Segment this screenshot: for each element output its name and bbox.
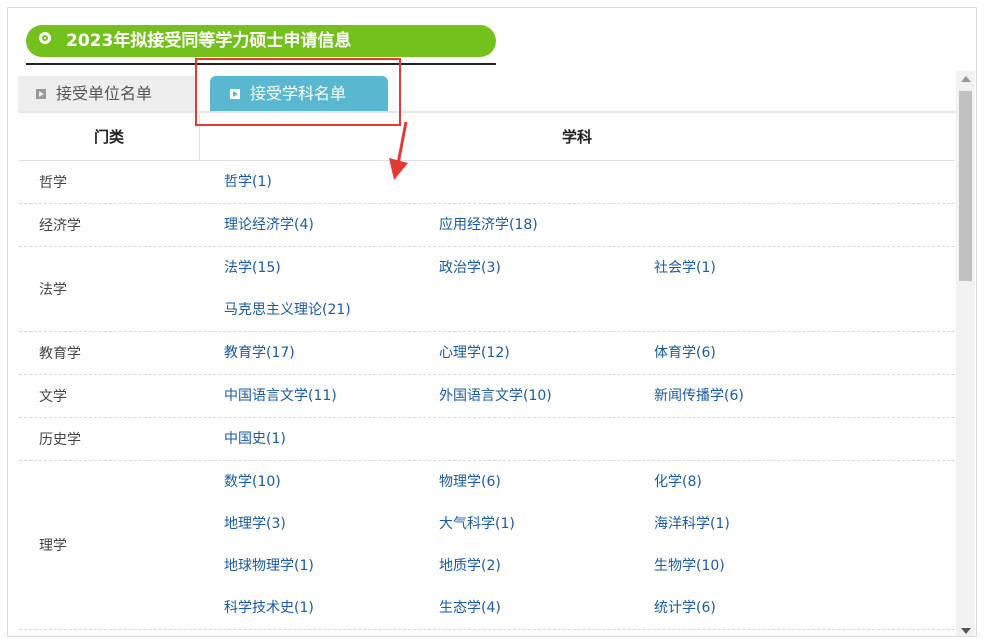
circle-bullet-icon — [39, 32, 51, 44]
subject-link[interactable]: 海洋科学(1) — [654, 503, 869, 545]
subject-link[interactable]: 光学工程(4) — [654, 630, 869, 636]
subject-link[interactable]: 大气科学(1) — [439, 503, 654, 545]
subject-link[interactable]: 生态学(4) — [439, 587, 654, 629]
play-square-icon — [36, 88, 46, 99]
row-subjects: 数学(10) 物理学(6) 化学(8) 地理学(3) 大气科学(1) 海洋科学(1) 地球物… — [224, 461, 914, 629]
scroll-thumb[interactable] — [959, 91, 972, 281]
row-subjects: 理论经济学(4) 应用经济学(18) — [224, 204, 914, 246]
subject-link[interactable]: 教育学(17) — [224, 332, 439, 374]
row-category: 教育学 — [39, 346, 81, 362]
row-category: 文学 — [39, 389, 67, 405]
subject-link[interactable]: 生物学(10) — [654, 545, 869, 587]
subject-link[interactable]: 地理学(3) — [224, 503, 439, 545]
table-header: 门类 学科 — [19, 114, 955, 161]
row-subjects: 教育学(17) 心理学(12) 体育学(6) — [224, 332, 914, 374]
subject-link[interactable]: 地球物理学(1) — [224, 545, 439, 587]
table-row: 经济学 理论经济学(4) 应用经济学(18) — [19, 204, 955, 247]
subject-link[interactable]: 理论经济学(4) — [224, 204, 439, 246]
red-arrow-icon — [389, 121, 408, 180]
table-row: 哲学 哲学(1) — [19, 161, 955, 204]
subject-link[interactable]: 化学(8) — [654, 461, 869, 503]
row-category: 历史学 — [39, 432, 81, 448]
table-row: 力学(7)机械工程(33)光学工程(4) — [19, 630, 955, 636]
subject-link[interactable]: 机械工程(33) — [439, 630, 654, 636]
annotation-box — [195, 58, 401, 126]
row-subjects: 中国语言文学(11) 外国语言文学(10) 新闻传播学(6) — [224, 375, 914, 417]
vertical-scrollbar[interactable] — [956, 71, 975, 636]
row-category: 理学 — [39, 538, 67, 554]
table-row: 文学 中国语言文学(11) 外国语言文学(10) 新闻传播学(6) — [19, 375, 955, 418]
row-category: 哲学 — [39, 175, 67, 191]
scroll-up-icon[interactable] — [961, 76, 971, 82]
subject-table: 门类 学科 哲学 哲学(1) 经济学 理论经济学(4) 应用经济学(18) 法学 法学(15… — [19, 114, 955, 636]
subject-link[interactable]: 法学(15) — [224, 247, 439, 289]
tab-label: 接受单位名单 — [56, 84, 153, 103]
table-row: 教育学 教育学(17) 心理学(12) 体育学(6) — [19, 332, 955, 375]
table-row: 法学 法学(15) 政治学(3) 社会学(1) 马克思主义理论(21) — [19, 247, 955, 332]
subject-link[interactable]: 社会学(1) — [654, 247, 869, 289]
subject-link[interactable]: 新闻传播学(6) — [654, 375, 869, 417]
subject-link[interactable]: 中国语言文学(11) — [224, 375, 439, 417]
subject-link[interactable]: 统计学(6) — [654, 587, 869, 629]
row-subjects: 力学(7)机械工程(33)光学工程(4) — [224, 630, 914, 636]
subject-link[interactable]: 力学(7) — [224, 630, 439, 636]
row-subjects: 法学(15) 政治学(3) 社会学(1) 马克思主义理论(21) — [224, 247, 914, 331]
subject-link[interactable]: 马克思主义理论(21) — [224, 289, 439, 331]
row-category: 经济学 — [39, 218, 81, 234]
info-panel: 2023年拟接受同等学力硕士申请信息 接受单位名单 接受学科名单 门类 学科 哲… — [7, 7, 977, 637]
row-category: 法学 — [39, 282, 67, 298]
scroll-down-icon[interactable] — [961, 628, 971, 634]
subject-link[interactable]: 应用经济学(18) — [439, 204, 654, 246]
subject-link[interactable]: 中国史(1) — [224, 418, 439, 460]
header-category: 门类 — [19, 114, 200, 160]
table-row: 理学 数学(10) 物理学(6) 化学(8) 地理学(3) 大气科学(1) 海洋科学(1) 地… — [19, 461, 955, 630]
panel-title: 2023年拟接受同等学力硕士申请信息 — [66, 31, 352, 51]
table-row: 历史学 中国史(1) — [19, 418, 955, 461]
row-subjects: 哲学(1) — [224, 161, 914, 203]
subject-link[interactable]: 地质学(2) — [439, 545, 654, 587]
subject-link[interactable]: 政治学(3) — [439, 247, 654, 289]
subject-link[interactable]: 体育学(6) — [654, 332, 869, 374]
subject-link[interactable]: 物理学(6) — [439, 461, 654, 503]
tab-bar: 接受单位名单 接受学科名单 — [18, 71, 956, 113]
subject-link[interactable]: 科学技术史(1) — [224, 587, 439, 629]
row-subjects: 中国史(1) — [224, 418, 914, 460]
panel-title-bar: 2023年拟接受同等学力硕士申请信息 — [26, 25, 496, 57]
subject-link[interactable]: 数学(10) — [224, 461, 439, 503]
tab-institutions[interactable]: 接受单位名单 — [18, 76, 196, 111]
subject-link[interactable]: 心理学(12) — [439, 332, 654, 374]
table-body: 哲学 哲学(1) 经济学 理论经济学(4) 应用经济学(18) 法学 法学(15) 政治学(3… — [19, 161, 955, 636]
subject-link[interactable]: 外国语言文学(10) — [439, 375, 654, 417]
